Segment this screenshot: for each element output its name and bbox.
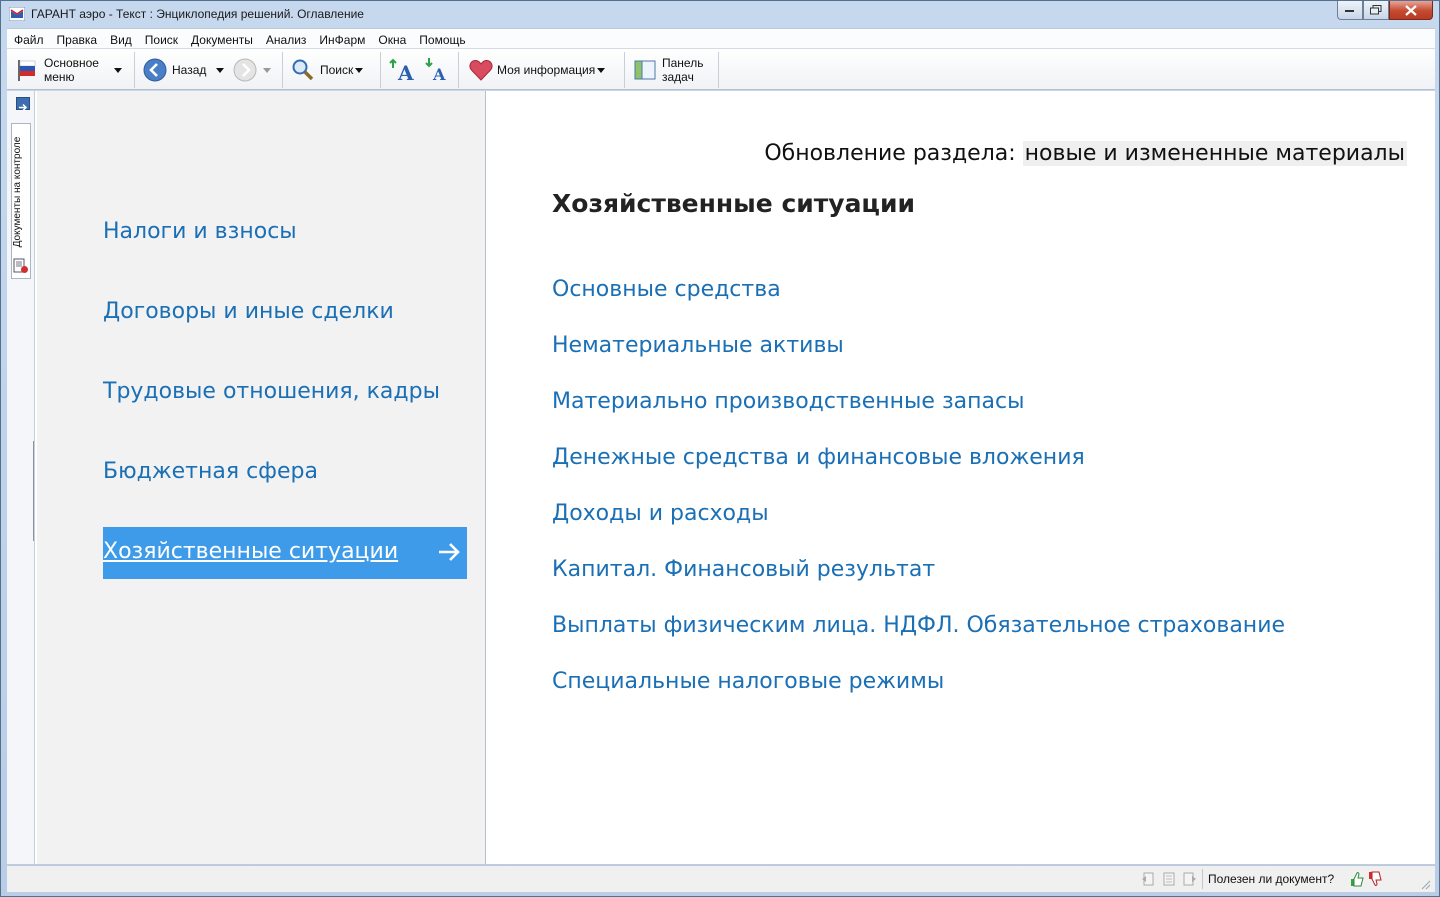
update-materials-link[interactable]: новые и измененные материалы (1022, 141, 1407, 166)
maximize-button[interactable] (1363, 1, 1389, 20)
topic-link[interactable]: Основные средства (552, 277, 781, 302)
controlled-docs-tab-label: Документы на контроле (12, 136, 23, 248)
topic-link[interactable]: Денежные средства и финансовые вложения (552, 445, 1085, 470)
menu-infarm[interactable]: ИнФарм (312, 31, 371, 47)
increase-font-button[interactable]: A (389, 52, 419, 88)
menu-search[interactable]: Поиск (138, 31, 184, 47)
update-prefix: Обновление раздела: (764, 141, 1016, 166)
close-icon (1405, 4, 1417, 16)
back-label: Назад (172, 63, 207, 77)
menu-bar: Файл Правка Вид Поиск Документы Анализ ИнФарм О… (7, 28, 1435, 48)
chevron-down-icon (597, 67, 606, 73)
nav-item-business-situations-active[interactable]: Хозяйственные ситуации (103, 527, 467, 579)
task-panel-label-line1: Панель (662, 56, 704, 70)
arrow-right-icon (439, 543, 460, 561)
my-info-label: Моя информация (497, 63, 596, 77)
toolbar-divider (282, 52, 283, 88)
toolbar-divider (134, 52, 135, 88)
chevron-down-icon (355, 67, 364, 73)
topic-link[interactable]: Доходы и расходы (552, 501, 769, 526)
pin-arrow-icon (19, 103, 28, 112)
resize-grip-icon[interactable] (1419, 878, 1431, 890)
thumbs-up-icon[interactable] (1349, 870, 1365, 888)
back-button[interactable]: Назад (143, 52, 227, 88)
main-menu-label-line2: меню (44, 70, 75, 84)
search-icon (292, 59, 314, 81)
topic-link[interactable]: Капитал. Финансовый результат (552, 557, 935, 582)
forward-button[interactable] (233, 52, 277, 88)
svg-text:A: A (397, 61, 414, 84)
forward-arrow-icon (233, 58, 257, 82)
thumbs-down-icon[interactable] (1367, 870, 1383, 888)
toolbar-divider (380, 52, 381, 88)
menu-view[interactable]: Вид (103, 31, 138, 47)
menu-file[interactable]: Файл (7, 31, 50, 47)
my-info-button[interactable]: Моя информация (469, 52, 619, 88)
task-panel-button[interactable]: Панель задач (633, 52, 717, 88)
decrease-font-button[interactable]: A (423, 52, 453, 88)
menu-edit[interactable]: Правка (50, 31, 104, 47)
garant-logo-icon (9, 7, 25, 21)
svg-text:A: A (432, 65, 446, 84)
content-area: Документы на контроле Налоги и взносы До… (7, 91, 1435, 864)
task-panel-label: Панель задач (662, 56, 703, 84)
document-panel: Обновление раздела: новые и измененные м… (487, 91, 1435, 864)
nav-item-labor[interactable]: Трудовые отношения, кадры (103, 379, 440, 404)
topic-link[interactable]: Специальные налоговые режимы (552, 669, 944, 694)
flag-icon (18, 60, 36, 81)
topic-link[interactable]: Выплаты физическим лица. НДФЛ. Обязатель… (552, 613, 1285, 638)
chevron-down-icon (113, 67, 122, 73)
document-icon[interactable] (1161, 871, 1177, 887)
font-increase-icon: A (389, 58, 414, 84)
prev-document-icon[interactable] (1141, 871, 1157, 887)
window-title: ГАРАНТ аэро - Текст : Энциклопедия решен… (31, 7, 364, 21)
status-bar: Полезен ли документ? (7, 865, 1435, 892)
status-divider (1202, 869, 1203, 889)
toolbar: Основное меню Назад Поиск A A Моя информ… (7, 48, 1435, 90)
font-decrease-icon: A (425, 58, 446, 84)
document-alert-icon (13, 258, 28, 273)
main-menu-label-line1: Основное (44, 56, 99, 70)
toolbar-divider (718, 52, 719, 88)
topic-link[interactable]: Материально производственные запасы (552, 389, 1024, 414)
update-notice: Обновление раздела: новые и измененные м… (764, 141, 1407, 166)
task-panel-label-line2: задач (662, 70, 694, 84)
pin-panel-button[interactable] (16, 97, 30, 112)
side-tab-strip: Документы на контроле (7, 91, 35, 864)
next-document-icon[interactable] (1181, 871, 1197, 887)
topic-link[interactable]: Нематериальные активы (552, 333, 844, 358)
search-button[interactable]: Поиск (291, 52, 375, 88)
menu-help[interactable]: Помощь (412, 31, 471, 47)
nav-item-contracts[interactable]: Договоры и иные сделки (103, 299, 394, 324)
menu-windows[interactable]: Окна (371, 31, 412, 47)
restore-icon (1370, 5, 1382, 15)
app-window: ГАРАНТ аэро - Текст : Энциклопедия решен… (0, 0, 1440, 897)
search-label: Поиск (320, 63, 354, 77)
back-arrow-icon (143, 58, 167, 82)
main-menu-label: Основное меню (44, 56, 99, 84)
chevron-down-icon (263, 67, 271, 73)
toolbar-divider (624, 52, 625, 88)
task-panel-icon (634, 60, 656, 80)
close-button[interactable] (1389, 1, 1433, 20)
minimize-button[interactable] (1337, 1, 1363, 20)
useful-question: Полезен ли документ? (1208, 872, 1335, 886)
nav-item-taxes[interactable]: Налоги и взносы (103, 219, 297, 244)
section-title: Хозяйственные ситуации (552, 189, 916, 218)
toolbar-divider (458, 52, 459, 88)
heart-icon (469, 59, 493, 81)
menu-analysis[interactable]: Анализ (259, 31, 313, 47)
title-bar: ГАРАНТ аэро - Текст : Энциклопедия решен… (1, 1, 1439, 27)
main-menu-button[interactable]: Основное меню (15, 52, 131, 88)
minimize-icon (1345, 10, 1354, 12)
splitter-handle[interactable] (33, 441, 36, 541)
left-nav-panel: Налоги и взносы Договоры и иные сделки Т… (37, 91, 486, 864)
controlled-docs-tab[interactable]: Документы на контроле (11, 123, 31, 279)
nav-item-budget[interactable]: Бюджетная сфера (103, 459, 318, 484)
chevron-down-icon (216, 67, 225, 73)
nav-item-business-situations-label: Хозяйственные ситуации (103, 539, 399, 564)
menu-documents[interactable]: Документы (184, 31, 259, 47)
